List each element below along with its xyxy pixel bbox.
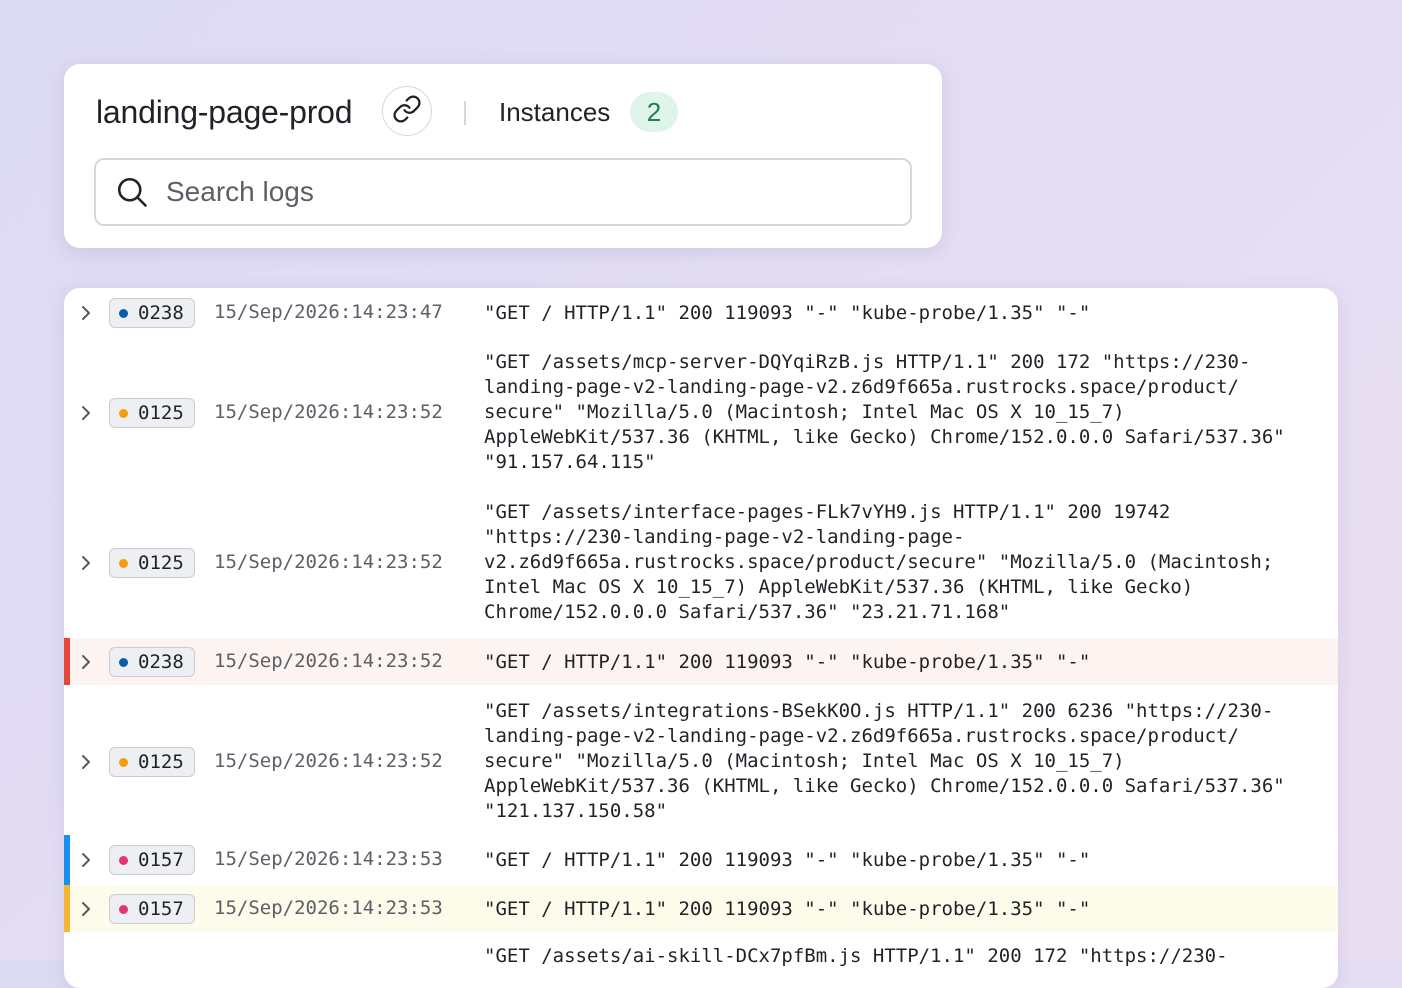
log-row[interactable]: 0125 15/Sep/2026:14:23:52 "GET /assets/m…: [64, 338, 1338, 488]
header-card: landing-page-prod Instances 2: [64, 64, 942, 248]
log-row-error[interactable]: 0238 15/Sep/2026:14:23:52 "GET / HTTP/1.…: [64, 638, 1338, 685]
page-title: landing-page-prod: [96, 94, 353, 130]
instance-badge: 0157: [109, 894, 195, 924]
log-timestamp: 15/Sep/2026:14:23:52: [214, 650, 443, 672]
chevron-right-icon[interactable]: [76, 752, 96, 772]
log-message: "GET /assets/integrations-BSekK0O.js HTT…: [484, 700, 1285, 822]
instance-badge: 0238: [109, 298, 195, 328]
instance-id: 0125: [138, 751, 184, 773]
instance-dot: [119, 558, 128, 568]
instance-dot: [119, 904, 128, 914]
link-icon: [392, 94, 422, 129]
instance-dot: [119, 657, 128, 667]
instances-count-badge: 2: [630, 92, 678, 132]
log-row-warning[interactable]: 0157 15/Sep/2026:14:23:53 "GET / HTTP/1.…: [64, 885, 1338, 932]
instance-id: 0157: [138, 849, 184, 871]
instance-badge: 0157: [109, 845, 195, 875]
log-message: "GET /assets/interface-pages-FLk7vYH9.js…: [484, 501, 1274, 623]
log-list[interactable]: 0238 15/Sep/2026:14:23:47 "GET / HTTP/1.…: [64, 288, 1338, 988]
instance-badge: 0125: [109, 398, 195, 428]
instance-id: 0157: [138, 898, 184, 920]
log-row[interactable]: 0238 15/Sep/2026:14:23:47 "GET / HTTP/1.…: [64, 288, 1338, 338]
log-row-info[interactable]: 0157 15/Sep/2026:14:23:53 "GET / HTTP/1.…: [64, 835, 1338, 885]
search-box[interactable]: [94, 158, 912, 226]
search-input[interactable]: [164, 175, 868, 209]
log-timestamp: 15/Sep/2026:14:23:52: [214, 750, 443, 772]
chevron-right-icon[interactable]: [76, 303, 96, 323]
instance-id: 0238: [138, 302, 184, 324]
instance-id: 0238: [138, 651, 184, 673]
search-icon: [114, 173, 152, 211]
chevron-right-icon[interactable]: [76, 403, 96, 423]
instance-badge: 0125: [109, 747, 195, 777]
log-row[interactable]: 0125 15/Sep/2026:14:23:52 "GET /assets/i…: [64, 488, 1338, 638]
instance-dot: [119, 408, 128, 418]
instance-badge: 0238: [109, 647, 195, 677]
chevron-right-icon[interactable]: [76, 553, 96, 573]
log-timestamp: 15/Sep/2026:14:23:47: [214, 301, 443, 323]
chevron-right-icon[interactable]: [76, 652, 96, 672]
chevron-right-icon[interactable]: [76, 850, 96, 870]
chevron-right-icon[interactable]: [76, 899, 96, 919]
log-row[interactable]: 0125 15/Sep/2026:14:23:52 "GET /assets/i…: [64, 685, 1338, 835]
log-timestamp: 15/Sep/2026:14:23:52: [214, 551, 443, 573]
log-row[interactable]: "GET /assets/ai-skill-DCx7pfBm.js HTTP/1…: [64, 932, 1338, 988]
log-timestamp: 15/Sep/2026:14:23:52: [214, 401, 443, 423]
log-message: "GET / HTTP/1.1" 200 119093 "-" "kube-pr…: [484, 849, 1091, 871]
instance-dot: [119, 757, 128, 767]
log-message: "GET /assets/mcp-server-DQYqiRzB.js HTTP…: [484, 351, 1285, 473]
log-message: "GET /assets/ai-skill-DCx7pfBm.js HTTP/1…: [484, 945, 1228, 967]
log-timestamp: 15/Sep/2026:14:23:53: [214, 897, 443, 919]
log-timestamp: 15/Sep/2026:14:23:53: [214, 848, 443, 870]
info-indicator: [64, 835, 70, 885]
log-message: "GET / HTTP/1.1" 200 119093 "-" "kube-pr…: [484, 302, 1091, 324]
instance-dot: [119, 855, 128, 865]
instance-badge: 0125: [109, 548, 195, 578]
instance-id: 0125: [138, 402, 184, 424]
warning-indicator: [64, 885, 70, 932]
copy-link-button[interactable]: [382, 86, 432, 136]
instances-label: Instances: [499, 97, 611, 127]
log-message: "GET / HTTP/1.1" 200 119093 "-" "kube-pr…: [484, 651, 1091, 673]
log-message: "GET / HTTP/1.1" 200 119093 "-" "kube-pr…: [484, 898, 1091, 920]
divider: [464, 101, 466, 125]
instance-dot: [119, 308, 128, 318]
instance-id: 0125: [138, 552, 184, 574]
error-indicator: [64, 638, 70, 685]
